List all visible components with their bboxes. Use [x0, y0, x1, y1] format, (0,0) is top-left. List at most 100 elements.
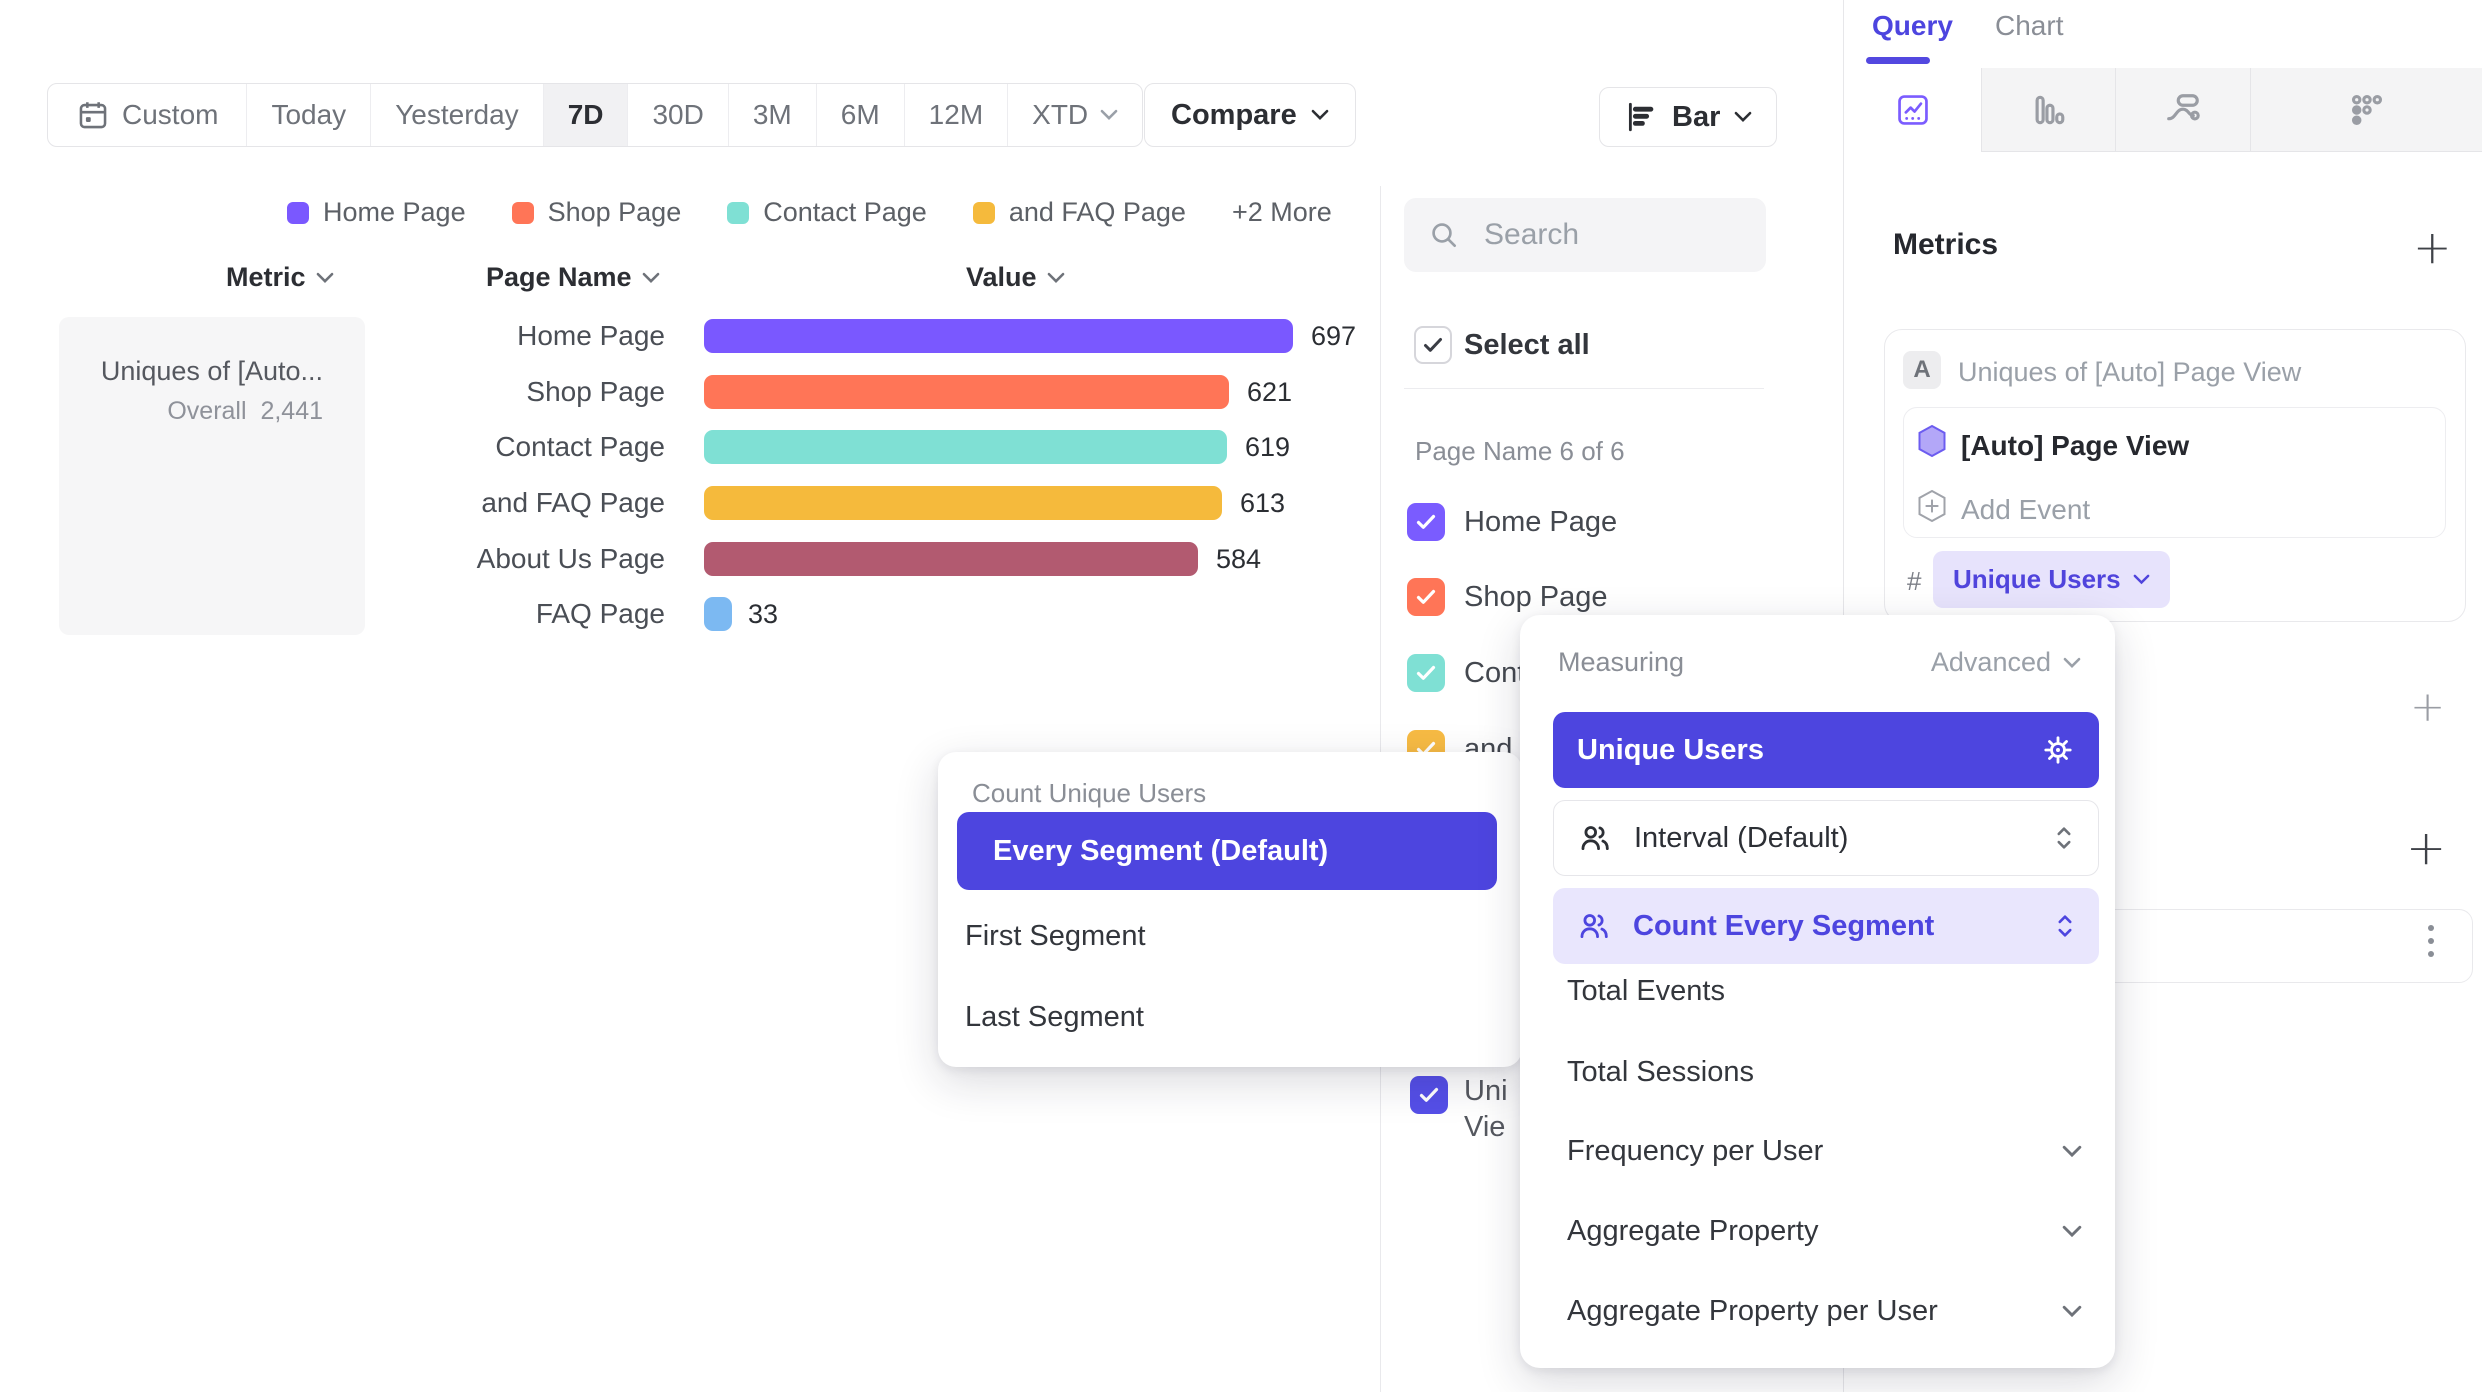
- advanced-dropdown[interactable]: Advanced: [1931, 647, 2081, 678]
- tab-chart[interactable]: Chart: [1995, 10, 2063, 42]
- date-30d-button[interactable]: 30D: [628, 84, 728, 146]
- page-checkbox[interactable]: [1407, 654, 1445, 692]
- measuring-option-interval[interactable]: Interval (Default): [1553, 800, 2099, 876]
- tab-query[interactable]: Query: [1872, 10, 1953, 42]
- chevron-down-icon: [642, 272, 660, 284]
- date-xtd-button[interactable]: XTD: [1008, 84, 1142, 146]
- metric-checkbox-label: Uni: [1464, 1072, 1508, 1110]
- tab-retention[interactable]: [2250, 68, 2482, 152]
- date-range-toolbar: Custom Today Yesterday 7D 30D 3M 6M 12M …: [47, 83, 1143, 147]
- option-label: Interval (Default): [1634, 822, 1848, 855]
- stepper-chevrons-icon: [2054, 824, 2074, 852]
- tab-flows[interactable]: [2115, 68, 2250, 152]
- measuring-option-total-events[interactable]: Total Events: [1567, 975, 1725, 1008]
- legend-more[interactable]: +2 More: [1232, 197, 1332, 228]
- bar-segment[interactable]: [704, 319, 1293, 353]
- legend-item[interactable]: Shop Page: [512, 197, 682, 228]
- tab-insights[interactable]: [1844, 68, 1981, 152]
- measuring-option-aggregate-property[interactable]: Aggregate Property: [1567, 1215, 2082, 1248]
- search-input[interactable]: [1482, 217, 1716, 253]
- legend-label: Shop Page: [548, 197, 682, 228]
- measuring-option-unique-users[interactable]: Unique Users: [1553, 712, 2099, 788]
- metric-cell-overall: Overall 2,441: [79, 391, 323, 431]
- legend-label: Home Page: [323, 197, 466, 228]
- popup-title-label: Count Unique Users: [972, 778, 1206, 808]
- metric-cell[interactable]: Uniques of [Auto... Overall 2,441: [59, 317, 365, 635]
- bar-segment[interactable]: [704, 486, 1222, 520]
- option-label: Unique Users: [1577, 734, 1764, 767]
- measuring-option-frequency-per-user[interactable]: Frequency per User: [1567, 1135, 2082, 1168]
- chart-type-dropdown[interactable]: Bar: [1599, 87, 1777, 147]
- segment-option-first[interactable]: First Segment: [965, 920, 1146, 953]
- date-custom-button[interactable]: Custom: [48, 84, 247, 146]
- row-label: Shop Page: [340, 375, 665, 409]
- column-header-page-name[interactable]: Page Name: [486, 262, 660, 293]
- bar-segment[interactable]: [704, 597, 732, 631]
- chart-type-label: Bar: [1672, 101, 1720, 134]
- date-yesterday-button[interactable]: Yesterday: [371, 84, 544, 146]
- date-12m-button[interactable]: 12M: [905, 84, 1008, 146]
- gear-icon[interactable]: [2041, 733, 2075, 767]
- date-today-button[interactable]: Today: [247, 84, 371, 146]
- bar-segment[interactable]: [704, 430, 1227, 464]
- add-breakdown-button[interactable]: +: [2406, 824, 2446, 872]
- measure-dropdown[interactable]: Unique Users: [1933, 551, 2170, 608]
- stepper-chevrons-icon: [2055, 912, 2075, 940]
- date-3m-button[interactable]: 3M: [729, 84, 817, 146]
- add-event-icon: [1917, 489, 1947, 523]
- chevron-down-icon: [1100, 109, 1118, 121]
- column-header-metric[interactable]: Metric: [226, 262, 334, 293]
- metric-letter-badge: A: [1903, 351, 1941, 389]
- segment-option-last[interactable]: Last Segment: [965, 1001, 1144, 1034]
- metric-cell-title: Uniques of [Auto...: [79, 351, 323, 391]
- chevron-down-icon: [2133, 574, 2150, 585]
- add-metric-button[interactable]: +: [2413, 224, 2452, 270]
- advanced-label: Advanced: [1931, 647, 2051, 678]
- add-filter-button[interactable]: +: [2410, 686, 2445, 728]
- more-options-button[interactable]: [2428, 925, 2434, 957]
- page-checkbox[interactable]: [1407, 578, 1445, 616]
- date-yesterday-label: Yesterday: [395, 99, 519, 131]
- chevron-down-icon: [1734, 111, 1752, 123]
- column-header-value[interactable]: Value: [966, 262, 1065, 293]
- search-box[interactable]: [1404, 198, 1766, 272]
- row-label: About Us Page: [340, 542, 665, 576]
- date-xtd-label: XTD: [1032, 99, 1088, 131]
- bar-segment[interactable]: [704, 375, 1229, 409]
- event-label[interactable]: [Auto] Page View: [1961, 430, 2189, 462]
- chevron-down-icon: [2062, 1305, 2082, 1318]
- hexagon-plus-icon: [1917, 489, 1947, 523]
- page-checkbox[interactable]: [1407, 503, 1445, 541]
- measuring-option-count-every-segment[interactable]: Count Every Segment: [1553, 888, 2099, 964]
- bar-chart-icon: [1624, 100, 1658, 134]
- bar-value: 33: [748, 597, 778, 631]
- chevron-down-icon: [2063, 657, 2081, 669]
- date-6m-button[interactable]: 6M: [817, 84, 905, 146]
- date-7d-button[interactable]: 7D: [544, 84, 629, 146]
- segment-option-selected[interactable]: Every Segment (Default): [957, 812, 1497, 890]
- chevron-down-icon: [316, 272, 334, 284]
- legend-item[interactable]: Contact Page: [727, 197, 927, 228]
- bar-segment[interactable]: [704, 542, 1198, 576]
- add-event-button[interactable]: Add Event: [1961, 494, 2090, 526]
- tab-funnels[interactable]: [1981, 68, 2115, 152]
- measuring-option-aggregate-property-per-user[interactable]: Aggregate Property per User: [1567, 1295, 2082, 1328]
- legend-item[interactable]: and FAQ Page: [973, 197, 1186, 228]
- compare-button[interactable]: Compare: [1144, 83, 1356, 147]
- date-7d-label: 7D: [568, 99, 604, 131]
- legend-item[interactable]: Home Page: [287, 197, 466, 228]
- date-today-label: Today: [271, 99, 346, 131]
- metric-checkbox[interactable]: [1410, 1076, 1448, 1114]
- header-label: Value: [966, 262, 1037, 293]
- divider: [1404, 388, 1764, 389]
- popup-title-label: Measuring: [1558, 647, 1684, 677]
- chart-legend: Home Page Shop Page Contact Page and FAQ…: [287, 197, 1332, 228]
- segment-popup: Count Unique Users Every Segment (Defaul…: [938, 752, 1522, 1067]
- hash-label: #: [1907, 566, 1921, 597]
- measuring-option-total-sessions[interactable]: Total Sessions: [1567, 1056, 1754, 1089]
- date-12m-label: 12M: [929, 99, 983, 131]
- select-all-checkbox[interactable]: [1414, 326, 1452, 364]
- overall-label: Overall: [167, 397, 246, 425]
- legend-swatch: [287, 202, 309, 224]
- bar-value: 613: [1240, 486, 1285, 520]
